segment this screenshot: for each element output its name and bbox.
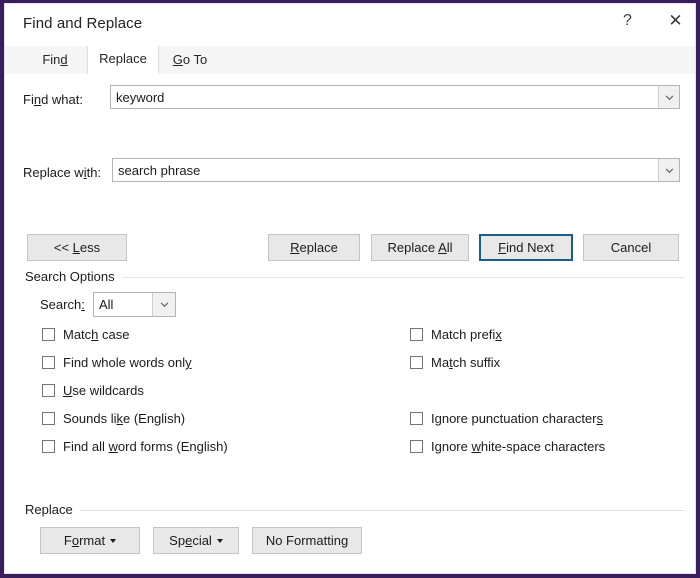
- checkbox-sounds-like-label: Sounds like (English): [63, 411, 186, 426]
- checkbox-match-case-label: Match case: [63, 327, 130, 342]
- tab-replace[interactable]: Replace: [87, 46, 159, 74]
- checkbox-match-case[interactable]: Match case: [42, 327, 129, 342]
- cancel-button[interactable]: Cancel: [583, 234, 679, 261]
- replace-with-dropdown-button[interactable]: [658, 159, 679, 181]
- dialog-window: Find and Replace ? ✕ Find Replace Go To …: [4, 3, 696, 574]
- no-formatting-button-label: No Formatting: [265, 533, 349, 548]
- tab-goto-label: Go To: [172, 51, 208, 67]
- close-icon: ✕: [668, 11, 683, 30]
- checkbox-match-prefix[interactable]: Match prefix: [410, 327, 502, 342]
- checkbox-match-suffix-label: Match suffix: [431, 355, 501, 370]
- tab-find[interactable]: Find: [23, 46, 87, 74]
- tab-find-label: Find: [42, 51, 68, 67]
- special-button[interactable]: Special: [153, 527, 239, 554]
- replace-group-divider: [25, 510, 685, 511]
- find-next-button-label: Find Next: [498, 240, 554, 255]
- checkbox-match-suffix[interactable]: Match suffix: [410, 355, 500, 370]
- replace-with-label: Replace with:: [23, 165, 102, 180]
- replace-with-combobox[interactable]: [112, 158, 680, 182]
- replace-group-label: Replace: [25, 502, 80, 517]
- checkbox-box[interactable]: [42, 412, 55, 425]
- checkbox-match-prefix-label: Match prefix: [431, 327, 502, 342]
- search-options-group: Search Options Search: Match case Find w…: [5, 269, 695, 509]
- checkbox-sounds-like[interactable]: Sounds like (English): [42, 411, 185, 426]
- checkbox-find-whole-words-only-label: Find whole words only: [63, 355, 192, 370]
- search-scope-input[interactable]: [94, 293, 152, 316]
- less-button-label: << Less: [53, 240, 101, 255]
- chevron-down-icon: [160, 302, 168, 308]
- checkbox-box[interactable]: [410, 328, 423, 341]
- replace-button[interactable]: Replace: [268, 234, 360, 261]
- caret-down-icon: [110, 538, 117, 543]
- checkbox-ignore-punctuation-characters[interactable]: Ignore punctuation characters: [410, 411, 603, 426]
- cancel-button-label: Cancel: [610, 240, 652, 255]
- less-button[interactable]: << Less: [27, 234, 127, 261]
- dialog-title: Find and Replace: [23, 15, 143, 32]
- checkbox-use-wildcards-label: Use wildcards: [63, 383, 144, 398]
- replace-all-button[interactable]: Replace All: [371, 234, 469, 261]
- search-options-divider: [25, 277, 685, 278]
- checkbox-find-whole-words-only[interactable]: Find whole words only: [42, 355, 192, 370]
- chevron-down-icon: [665, 167, 673, 173]
- checkbox-ignore-punctuation-characters-label: Ignore punctuation characters: [431, 411, 603, 426]
- checkbox-box[interactable]: [42, 440, 55, 453]
- checkbox-find-all-word-forms[interactable]: Find all word forms (English): [42, 439, 228, 454]
- help-button[interactable]: ?: [605, 4, 650, 38]
- checkbox-box[interactable]: [42, 328, 55, 341]
- replace-with-input[interactable]: [113, 159, 658, 181]
- search-options-label: Search Options: [25, 269, 122, 284]
- checkbox-ignore-white-space-characters[interactable]: Ignore white-space characters: [410, 439, 605, 454]
- search-scope-combobox[interactable]: [93, 292, 176, 317]
- checkbox-box[interactable]: [410, 412, 423, 425]
- checkbox-box[interactable]: [410, 440, 423, 453]
- search-scope-dropdown-button[interactable]: [152, 293, 175, 316]
- tab-replace-label: Replace: [99, 51, 147, 66]
- checkbox-ignore-white-space-characters-label: Ignore white-space characters: [431, 439, 606, 454]
- no-formatting-button: No Formatting: [252, 527, 362, 554]
- find-next-button[interactable]: Find Next: [479, 234, 573, 261]
- checkbox-box[interactable]: [410, 356, 423, 369]
- find-what-dropdown-button[interactable]: [658, 86, 679, 108]
- chevron-down-icon: [665, 94, 673, 100]
- format-button-label: Format: [63, 533, 106, 548]
- find-what-label: Find what:: [23, 92, 83, 107]
- checkbox-use-wildcards[interactable]: Use wildcards: [42, 383, 144, 398]
- close-button[interactable]: ✕: [653, 4, 695, 38]
- question-mark-icon: ?: [623, 12, 632, 29]
- find-what-input[interactable]: [111, 86, 658, 108]
- format-button[interactable]: Format: [40, 527, 140, 554]
- dialog-body: Find what: Replace with: << Less Repl: [5, 74, 695, 573]
- replace-button-label: Replace: [290, 240, 338, 255]
- tab-goto[interactable]: Go To: [159, 46, 221, 74]
- search-scope-label: Search:: [40, 297, 85, 312]
- checkbox-find-all-word-forms-label: Find all word forms (English): [63, 439, 228, 454]
- checkbox-box[interactable]: [42, 384, 55, 397]
- replace-group: Replace Format Special No Formatting: [5, 502, 695, 573]
- dialog-window-frame: Find and Replace ? ✕ Find Replace Go To …: [0, 0, 700, 578]
- checkbox-box[interactable]: [42, 356, 55, 369]
- special-button-label: Special: [169, 533, 212, 548]
- caret-down-icon: [216, 538, 223, 543]
- find-what-combobox[interactable]: [110, 85, 680, 109]
- title-bar: Find and Replace ? ✕: [5, 4, 695, 42]
- replace-all-button-label: Replace All: [387, 240, 453, 255]
- tab-strip: Find Replace Go To: [5, 46, 695, 75]
